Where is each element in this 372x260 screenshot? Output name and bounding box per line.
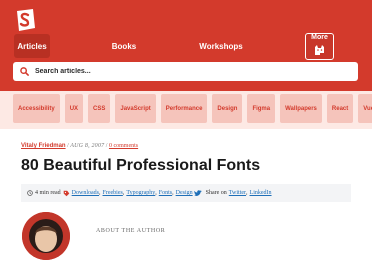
author-avatar[interactable] [22, 212, 70, 260]
smashing-cat-logo-icon[interactable] [14, 8, 36, 32]
more-label: More [311, 33, 328, 41]
article-info-bar: 4 min read Downloads, Freebies, Typograp… [21, 184, 351, 202]
tag-performance[interactable]: Performance [160, 94, 208, 123]
share-twitter-link[interactable]: Twitter [229, 190, 246, 196]
publish-date: Aug 8, 2007 [70, 143, 105, 149]
site-header: Articles Books Workshops More [0, 0, 372, 91]
cat-icon [314, 42, 325, 60]
tag-ux[interactable]: UX [64, 94, 84, 123]
author-link[interactable]: Vitaly Friedman [21, 143, 66, 149]
category-fonts[interactable]: Fonts [159, 190, 172, 196]
twitter-icon [193, 189, 202, 197]
nav-workshops[interactable]: Workshops [196, 34, 246, 58]
tag-icon [63, 190, 70, 197]
tag-javascript[interactable]: JavaScript [115, 94, 156, 123]
about-the-author-label: About The Author [96, 228, 166, 234]
tag-accessibility[interactable]: Accessibility [13, 94, 60, 123]
article-meta: Vitaly Friedman / Aug 8, 2007 / 0 commen… [21, 143, 138, 149]
clock-icon [27, 190, 33, 196]
more-button[interactable]: More [305, 33, 334, 60]
nav-books[interactable]: Books [106, 34, 142, 58]
tag-css[interactable]: CSS [88, 94, 111, 123]
article-title: 80 Beautiful Professional Fonts [21, 157, 261, 174]
read-time: 4 min read [35, 190, 61, 196]
tag-vue[interactable]: Vue [358, 94, 372, 123]
share-linkedin-link[interactable]: LinkedIn [250, 190, 272, 196]
tag-design[interactable]: Design [212, 94, 243, 123]
comments-link[interactable]: 0 comments [109, 143, 138, 149]
tag-wallpapers[interactable]: Wallpapers [280, 94, 322, 123]
category-downloads[interactable]: Downloads [72, 190, 99, 196]
search-icon [13, 63, 29, 81]
tag-figma[interactable]: Figma [247, 94, 276, 123]
topic-tags-bar: Accessibility UX CSS JavaScript Performa… [0, 91, 372, 129]
tag-react[interactable]: React [326, 94, 354, 123]
category-design[interactable]: Design [176, 190, 193, 196]
share-label: Share on [205, 190, 227, 196]
search-bar[interactable] [13, 62, 358, 81]
category-typography[interactable]: Typography [126, 190, 155, 196]
nav-articles[interactable]: Articles [14, 34, 50, 58]
category-freebies[interactable]: Freebies [103, 190, 123, 196]
search-input[interactable] [35, 68, 335, 75]
